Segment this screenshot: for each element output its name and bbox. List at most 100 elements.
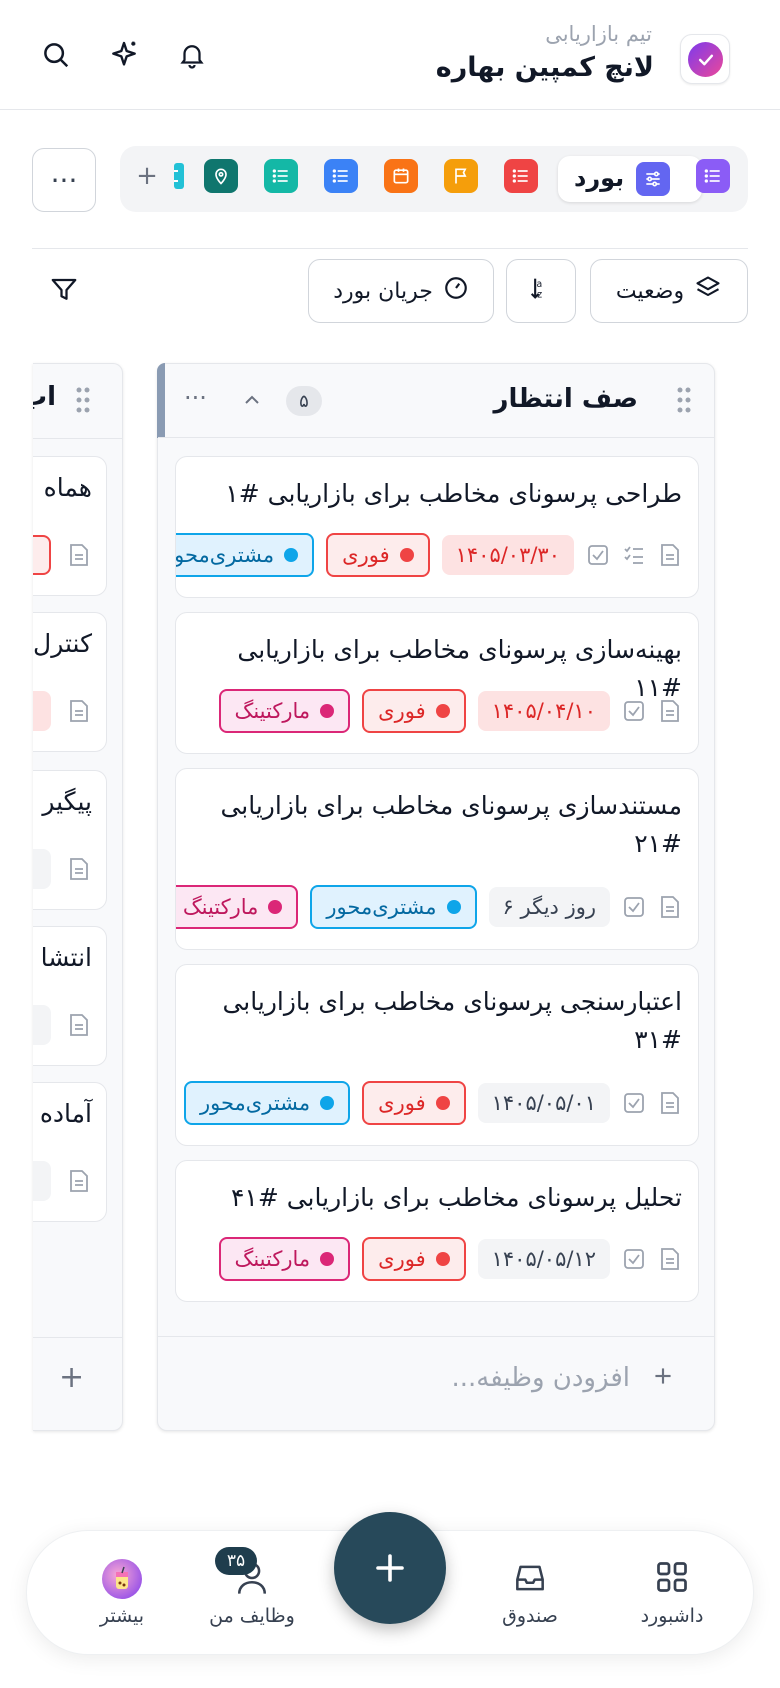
tab-board[interactable]: بورد xyxy=(558,156,702,202)
list-view-icon-4[interactable] xyxy=(696,159,730,193)
list-view-icon-2[interactable] xyxy=(324,159,358,193)
checkbox-icon xyxy=(622,1091,646,1115)
sort-button[interactable]: az xyxy=(506,259,576,323)
due-date: ۱۴۰۵/۰۳/۳۰ xyxy=(441,535,574,575)
search-icon[interactable] xyxy=(34,33,78,77)
tag-dot xyxy=(399,548,414,562)
status-badge xyxy=(33,1161,51,1201)
doc-icon xyxy=(658,895,682,919)
board-flow-label: جریان بورد xyxy=(333,278,433,304)
card-title: تحلیل پرسونای مخاطب برای بازاریابی #۴۱ xyxy=(230,1183,682,1212)
nav-dashboard[interactable]: داشبورد xyxy=(607,1559,737,1627)
task-card[interactable]: بهینه‌سازی پرسونای مخاطب برای بازاریابی … xyxy=(175,612,699,754)
filter-icon[interactable] xyxy=(42,268,86,312)
check-icon xyxy=(688,42,723,77)
status-group-button[interactable]: وضعیت xyxy=(590,259,748,323)
tag-dot xyxy=(435,1096,450,1110)
project-title[interactable]: لانچ کمپین بهاره xyxy=(436,52,654,83)
doc-icon xyxy=(69,1169,89,1197)
column-2-title: اب xyxy=(33,382,57,412)
status-badge xyxy=(33,691,51,731)
board-flow-button[interactable]: جریان بورد xyxy=(308,259,494,323)
board-column-2: اب هماه کنترل پیگیر انتشا آماده + xyxy=(33,363,123,1431)
tag-marketing: مارکتینگ xyxy=(218,1237,351,1281)
doc-icon xyxy=(658,1091,682,1115)
task-card[interactable]: اعتبارسنجی پرسونای مخاطب برای بازاریابی … xyxy=(175,964,699,1146)
card-title: انتشا xyxy=(40,943,92,972)
flag-view-icon[interactable] xyxy=(444,159,478,193)
board-view-icon xyxy=(636,162,670,196)
calendar-view-icon[interactable] xyxy=(384,159,418,193)
doc-icon xyxy=(69,1013,89,1041)
tag-label: مارکتینگ xyxy=(234,1247,311,1271)
tag-label: فوری xyxy=(342,543,390,567)
team-name: تیم بازاریابی xyxy=(545,22,652,46)
tag-dot xyxy=(320,704,335,718)
doc-icon xyxy=(658,699,682,723)
tag-urgent: فوری xyxy=(362,1237,466,1281)
add-task-row[interactable]: افزودن وظیفه... xyxy=(158,1336,714,1430)
tag-urgent: فوری xyxy=(362,1081,466,1125)
tab-board-label: بورد xyxy=(574,164,625,192)
tag-customer: مشتری‌محور xyxy=(310,885,477,929)
card-title: آماده xyxy=(39,1099,92,1128)
chevron-up-icon[interactable] xyxy=(240,388,264,416)
nav-more[interactable]: بیشتر xyxy=(57,1559,187,1627)
card-meta: ۱۴۰۵/۰۵/۰۱ فوری مشتری‌محور xyxy=(184,1081,682,1125)
svg-text:a: a xyxy=(536,279,542,290)
card-title: پیگیر xyxy=(42,787,92,816)
nav-dashboard-label: داشبورد xyxy=(640,1605,704,1627)
status-badge xyxy=(33,1005,51,1045)
card[interactable]: کنترل xyxy=(33,612,107,752)
task-card[interactable]: تحلیل پرسونای مخاطب برای بازاریابی #۴۱ ۱… xyxy=(175,1160,699,1302)
add-task-label: افزودن وظیفه... xyxy=(451,1363,630,1393)
doc-icon xyxy=(69,543,89,571)
more-views-button[interactable]: ··· xyxy=(32,148,96,212)
status-badge xyxy=(33,849,51,889)
toolbar-divider xyxy=(32,248,748,249)
tag-dot xyxy=(435,1252,450,1266)
task-card[interactable]: طراحی پرسونای مخاطب برای بازاریابی #۱ ۱۴… xyxy=(175,456,699,598)
column-2-header-border xyxy=(33,438,122,439)
checkbox-icon xyxy=(622,895,646,919)
tag-label: مارکتینگ xyxy=(182,895,259,919)
app-header: تیم بازاریابی لانچ کمپین بهاره xyxy=(0,0,780,110)
tag-label: فوری xyxy=(378,699,426,723)
card[interactable]: پیگیر xyxy=(33,770,107,910)
table-view-icon[interactable] xyxy=(264,159,298,193)
list-view-icon[interactable] xyxy=(172,159,186,193)
map-view-icon[interactable] xyxy=(204,159,238,193)
status-label: وضعیت xyxy=(615,278,685,304)
add-task-button-2[interactable]: + xyxy=(59,1360,84,1395)
nav-inbox-label: صندوق xyxy=(502,1605,558,1627)
nav-inbox[interactable]: صندوق xyxy=(465,1559,595,1627)
my-tasks-count-badge: ۳۵ xyxy=(215,1547,257,1575)
add-view-icon[interactable]: + xyxy=(130,159,164,193)
due-date: ۱۴۰۵/۰۵/۰۱ xyxy=(477,1083,610,1123)
task-card[interactable]: مستندسازی پرسونای مخاطب برای بازاریابی #… xyxy=(175,768,699,950)
card[interactable]: انتشا xyxy=(33,926,107,1066)
layers-icon xyxy=(694,274,722,308)
bell-icon[interactable] xyxy=(170,33,214,77)
card[interactable]: هماه xyxy=(33,456,107,596)
ai-sparkle-icon[interactable] xyxy=(102,33,146,77)
card-meta: ۱۴۰۵/۰۴/۱۰ فوری مارکتینگ xyxy=(218,689,682,733)
list-view-icon-3[interactable] xyxy=(504,159,538,193)
gauge-icon xyxy=(443,275,469,307)
card-meta: ۱۴۰۵/۰۵/۱۲ فوری مارکتینگ xyxy=(218,1237,682,1281)
avatar xyxy=(102,1559,142,1599)
workspace-logo[interactable] xyxy=(680,34,730,84)
drag-handle-icon[interactable] xyxy=(75,386,91,418)
drag-handle-icon[interactable] xyxy=(676,386,692,418)
checkbox-icon xyxy=(622,1247,646,1271)
nav-more-label: بیشتر xyxy=(99,1605,145,1627)
sort-icon: az xyxy=(527,274,555,308)
tag-dot xyxy=(320,1096,335,1110)
tag-dot xyxy=(435,704,450,718)
column-menu-icon[interactable]: ··· xyxy=(184,384,207,412)
card[interactable]: آماده xyxy=(33,1082,107,1222)
add-fab-button[interactable] xyxy=(334,1512,446,1624)
tag-dot xyxy=(268,900,283,914)
plus-icon xyxy=(376,1554,404,1582)
plus-icon xyxy=(650,1363,676,1393)
